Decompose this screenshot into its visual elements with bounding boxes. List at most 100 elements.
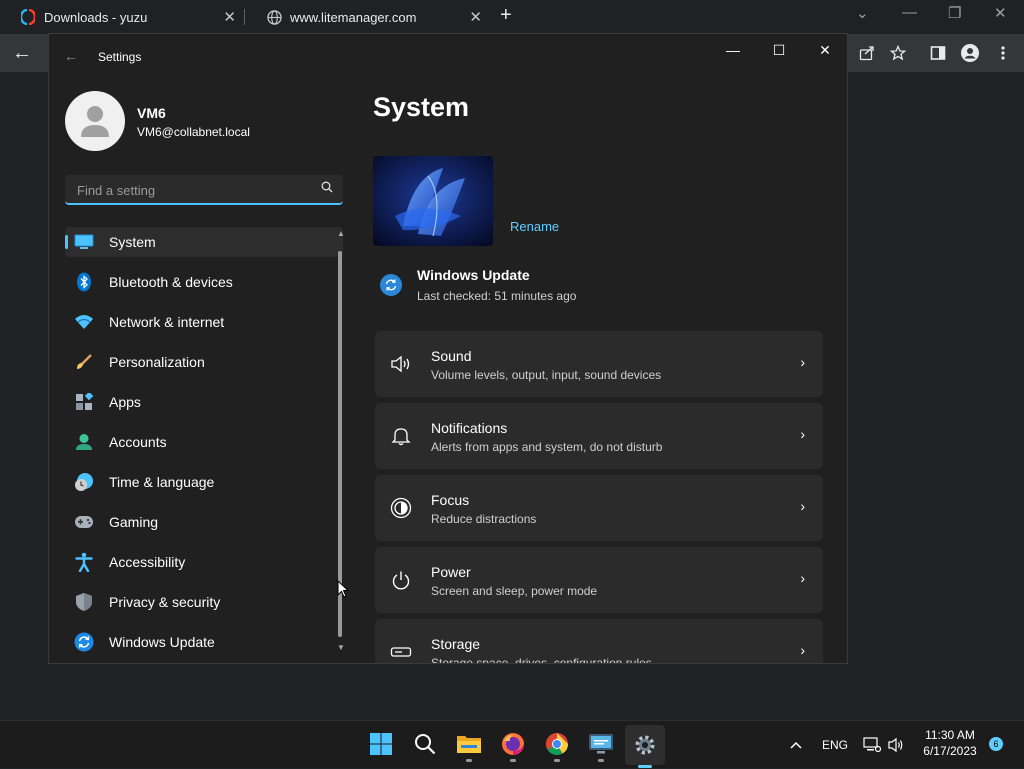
- clock-globe-icon: [73, 471, 95, 493]
- running-indicator: [598, 759, 604, 762]
- card-subtitle: Alerts from apps and system, do not dist…: [431, 440, 663, 454]
- avatar[interactable]: [65, 91, 125, 151]
- globe-icon: [266, 9, 282, 25]
- running-indicator: [510, 759, 516, 762]
- page-title: System: [373, 92, 470, 122]
- close-button[interactable]: ✕: [994, 4, 1007, 22]
- search-box[interactable]: [65, 175, 343, 205]
- start-icon[interactable]: [366, 729, 396, 759]
- input-language[interactable]: ENG: [822, 721, 848, 769]
- sidepanel-icon[interactable]: [928, 44, 948, 62]
- maximize-button[interactable]: ☐: [763, 40, 795, 60]
- settings-icon[interactable]: [625, 725, 665, 768]
- browser-tab-litemanager[interactable]: www.litemanager.com ✕: [246, 0, 490, 34]
- speaker-icon: [389, 353, 413, 375]
- sidebar-item-label: Windows Update: [109, 634, 215, 650]
- sidebar-item-privacy[interactable]: Privacy & security: [65, 587, 343, 617]
- card-power[interactable]: Power Screen and sleep, power mode ›: [375, 547, 823, 613]
- sidebar-item-label: Accounts: [109, 434, 167, 450]
- back-arrow-icon[interactable]: ←: [64, 48, 78, 64]
- sidebar-item-apps[interactable]: Apps: [65, 387, 343, 417]
- remote-desktop-icon[interactable]: [586, 729, 616, 762]
- power-icon: [389, 569, 413, 591]
- new-tab-button[interactable]: +: [500, 4, 512, 27]
- tab-close-icon[interactable]: ✕: [469, 8, 482, 26]
- scroll-up-icon[interactable]: ▲: [337, 229, 345, 238]
- scroll-down-icon[interactable]: ▼: [337, 643, 345, 652]
- running-indicator: [554, 759, 560, 762]
- share-icon[interactable]: [857, 44, 877, 62]
- volume-icon[interactable]: [887, 721, 905, 769]
- sidebar-item-network[interactable]: Network & internet: [65, 307, 343, 337]
- card-subtitle: Reduce distractions: [431, 512, 537, 526]
- apps-icon: [73, 391, 95, 413]
- gamepad-icon: [73, 511, 95, 533]
- sidebar-item-label: Network & internet: [109, 314, 225, 330]
- firefox-icon[interactable]: [498, 729, 528, 762]
- update-icon: [73, 631, 95, 653]
- sidebar-item-label: Bluetooth & devices: [109, 274, 233, 290]
- search-input[interactable]: [75, 180, 319, 200]
- sidebar-item-label: Personalization: [109, 354, 205, 370]
- card-focus[interactable]: Focus Reduce distractions ›: [375, 475, 823, 541]
- desktop-wallpaper-thumbnail[interactable]: [373, 156, 493, 246]
- search-icon[interactable]: [321, 181, 333, 196]
- sidebar-item-label: Time & language: [109, 474, 215, 490]
- sidebar-item-label: Accessibility: [109, 554, 186, 570]
- system-clock[interactable]: 11:30 AM 6/17/2023: [904, 727, 996, 759]
- profile-icon[interactable]: [960, 44, 980, 62]
- bell-icon: [389, 425, 413, 447]
- accounts-icon: [73, 431, 95, 453]
- card-title: Power: [431, 564, 471, 580]
- rename-link[interactable]: Rename: [510, 219, 559, 234]
- sidebar-item-accounts[interactable]: Accounts: [65, 427, 343, 457]
- search-icon[interactable]: [410, 729, 440, 759]
- sidebar-item-bluetooth[interactable]: Bluetooth & devices: [65, 267, 343, 297]
- tab-search-dropdown-icon[interactable]: ⌄: [856, 4, 869, 22]
- sidebar-item-windows-update[interactable]: Windows Update: [65, 627, 343, 657]
- sidebar-item-system[interactable]: System: [65, 227, 343, 257]
- card-subtitle: Volume levels, output, input, sound devi…: [431, 368, 662, 382]
- file-explorer-icon[interactable]: [454, 729, 484, 762]
- accessibility-icon: [73, 551, 95, 573]
- system-icon: [73, 231, 95, 253]
- sidebar-item-gaming[interactable]: Gaming: [65, 507, 343, 537]
- sidebar-item-accessibility[interactable]: Accessibility: [65, 547, 343, 577]
- star-icon[interactable]: [888, 44, 908, 62]
- notification-badge[interactable]: 6: [989, 737, 1003, 751]
- card-subtitle: Storage space, drives, configuration rul…: [431, 656, 652, 664]
- running-indicator: [466, 759, 472, 762]
- close-button[interactable]: ✕: [809, 40, 841, 60]
- minimize-button[interactable]: —: [902, 4, 917, 21]
- menu-icon[interactable]: [993, 44, 1013, 62]
- browser-tab-downloads[interactable]: Downloads - yuzu ✕: [0, 0, 244, 34]
- active-indicator: [65, 235, 68, 249]
- network-icon: [73, 311, 95, 333]
- clock-date: 6/17/2023: [923, 744, 977, 758]
- browser-tab-title: Downloads - yuzu: [44, 9, 148, 25]
- minimize-button[interactable]: —: [717, 40, 749, 60]
- settings-cards: Sound Volume levels, output, input, soun…: [375, 331, 823, 664]
- back-button[interactable]: ←: [12, 42, 32, 65]
- restore-button[interactable]: ❐: [948, 4, 961, 22]
- chevron-right-icon: ›: [800, 642, 805, 658]
- chrome-icon[interactable]: [542, 729, 572, 762]
- sidebar-item-time-language[interactable]: Time & language: [65, 467, 343, 497]
- yuzu-icon: [20, 9, 36, 25]
- card-notifications[interactable]: Notifications Alerts from apps and syste…: [375, 403, 823, 469]
- card-sound[interactable]: Sound Volume levels, output, input, soun…: [375, 331, 823, 397]
- settings-window: ← Settings — ☐ ✕ VM6 VM6@collabnet.local…: [48, 33, 848, 664]
- windows-update-title[interactable]: Windows Update: [417, 267, 530, 283]
- card-storage[interactable]: Storage Storage space, drives, configura…: [375, 619, 823, 664]
- sidebar-item-label: Apps: [109, 394, 141, 410]
- card-subtitle: Screen and sleep, power mode: [431, 584, 598, 598]
- show-hidden-icons-button[interactable]: [789, 721, 803, 769]
- tab-divider: [244, 9, 245, 25]
- shield-icon: [73, 591, 95, 613]
- window-title: Settings: [98, 50, 142, 64]
- network-icon[interactable]: [863, 721, 881, 769]
- sidebar-item-personalization[interactable]: Personalization: [65, 347, 343, 377]
- card-title: Sound: [431, 348, 472, 364]
- tab-close-icon[interactable]: ✕: [223, 8, 236, 26]
- taskbar: ENG 11:30 AM 6/17/2023: [0, 720, 1024, 768]
